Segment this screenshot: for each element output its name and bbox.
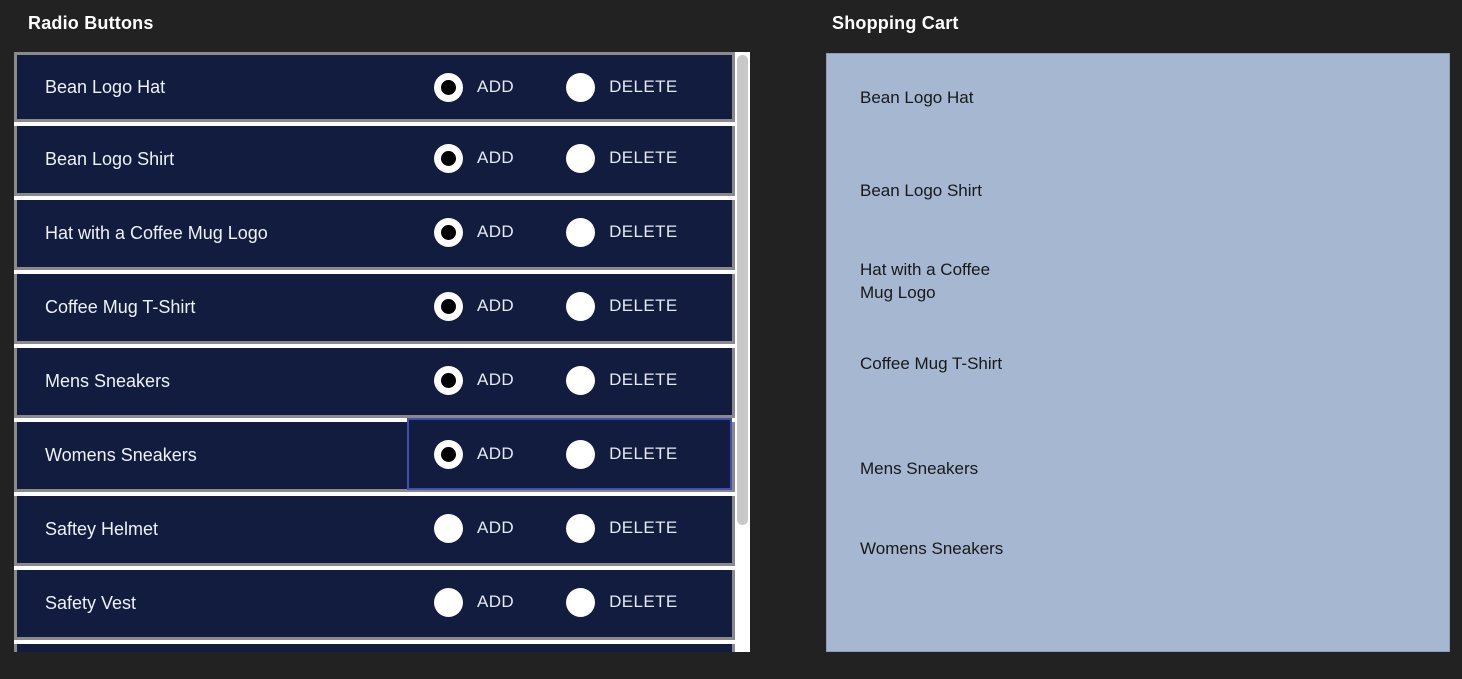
add-radio-button[interactable] xyxy=(434,365,463,395)
radio-list-scroll-area[interactable]: Bean Logo Hat ADD DELETE Bean Logo Shirt ADD… xyxy=(14,52,750,652)
delete-radio-button[interactable] xyxy=(566,439,596,469)
cart-list-item: Bean Logo Shirt xyxy=(860,181,982,200)
delete-radio-button[interactable] xyxy=(566,291,596,321)
add-option[interactable]: ADD xyxy=(434,439,515,469)
radio-row[interactable]: Mens Sneakers ADD DELETE xyxy=(14,348,735,418)
row-options-group[interactable]: ADD DELETE xyxy=(407,345,732,415)
product-name-label: Saftey Helmet xyxy=(45,519,159,539)
delete-option-label: DELETE xyxy=(609,370,678,389)
cart-list-item: Womens Sneakers xyxy=(860,539,1004,558)
delete-radio-button[interactable] xyxy=(566,365,596,395)
radio-row[interactable]: ADDDELETE xyxy=(14,644,735,652)
cart-list-item: Coffee Mug T-Shirt xyxy=(860,354,1003,373)
delete-option-label: DELETE xyxy=(609,77,678,96)
add-option[interactable]: ADD xyxy=(434,217,515,247)
row-options-group[interactable]: ADDDELETE xyxy=(407,641,732,652)
radio-row[interactable]: Womens Sneakers ADD DELETE xyxy=(14,418,735,492)
delete-radio-button[interactable] xyxy=(566,72,596,102)
product-name-label: Safety Vest xyxy=(45,593,137,613)
radio-row[interactable]: Saftey Helmet ADD DELETE xyxy=(14,496,735,566)
cart-list-item: Bean Logo Hat xyxy=(860,88,974,107)
page-title-shopping-cart: Shopping Cart xyxy=(832,13,959,33)
delete-radio-button[interactable] xyxy=(566,587,596,617)
radio-selected-indicator-icon xyxy=(441,372,456,388)
add-radio-button[interactable] xyxy=(434,72,463,102)
add-option-label: ADD xyxy=(477,370,515,389)
product-name-label: Mens Sneakers xyxy=(45,371,171,391)
radio-list: Bean Logo Hat ADD DELETE Bean Logo Shirt ADD… xyxy=(14,52,735,652)
delete-option-label: DELETE xyxy=(609,296,678,315)
add-option-label: ADD xyxy=(477,592,515,611)
radio-row[interactable]: Hat with a Coffee Mug Logo ADD DELETE xyxy=(14,200,735,270)
add-option-label: ADD xyxy=(477,518,515,537)
product-name-label: Bean Logo Shirt xyxy=(45,149,175,169)
vertical-scrollbar[interactable] xyxy=(735,52,750,652)
delete-option[interactable]: DELETE xyxy=(566,217,678,247)
radio-selected-indicator-icon xyxy=(441,150,456,166)
row-options-group[interactable]: ADD DELETE xyxy=(407,493,732,563)
add-radio-button[interactable] xyxy=(434,217,463,247)
product-name-label: Hat with a Coffee Mug Logo xyxy=(45,223,268,243)
delete-option[interactable]: DELETE xyxy=(566,587,678,617)
row-options-group[interactable]: ADD DELETE xyxy=(407,567,732,637)
add-radio-button[interactable] xyxy=(434,439,463,469)
add-option-label: ADD xyxy=(477,444,515,463)
delete-option-label: DELETE xyxy=(609,444,678,463)
add-option[interactable]: ADD xyxy=(434,513,515,543)
delete-option-label: DELETE xyxy=(609,148,678,167)
radio-buttons-panel: Bean Logo Hat ADD DELETE Bean Logo Shirt ADD… xyxy=(14,52,750,652)
row-options-group[interactable]: ADD DELETE xyxy=(407,52,732,122)
row-options-group[interactable]: ADD DELETE xyxy=(407,197,732,267)
add-option[interactable]: ADD xyxy=(434,72,515,102)
delete-radio-button[interactable] xyxy=(566,513,596,543)
delete-option[interactable]: DELETE xyxy=(566,143,678,173)
delete-radio-button[interactable] xyxy=(566,143,596,173)
add-option-label: ADD xyxy=(477,222,515,241)
product-name-label: Bean Logo Hat xyxy=(45,76,166,97)
radio-row[interactable]: Bean Logo Hat ADD DELETE xyxy=(14,52,735,122)
row-options-group[interactable]: ADD DELETE xyxy=(407,271,732,341)
radio-row[interactable]: Bean Logo Shirt ADD DELETE xyxy=(14,126,735,196)
product-name-label: Womens Sneakers xyxy=(45,445,197,465)
cart-list-item: Mens Sneakers xyxy=(860,459,979,478)
radio-row[interactable]: Safety Vest ADD DELETE xyxy=(14,570,735,640)
add-option[interactable]: ADD xyxy=(434,291,515,321)
delete-option-label: DELETE xyxy=(609,592,678,611)
add-option-label: ADD xyxy=(477,77,515,96)
radio-row[interactable]: Coffee Mug T-Shirt ADD DELETE xyxy=(14,274,735,344)
add-option[interactable]: ADD xyxy=(434,587,515,617)
add-radio-button[interactable] xyxy=(434,143,463,173)
radio-selected-indicator-icon xyxy=(441,446,456,462)
delete-radio-button[interactable] xyxy=(566,217,596,247)
product-name-label: Coffee Mug T-Shirt xyxy=(45,297,196,317)
scrollbar-thumb[interactable] xyxy=(737,55,748,525)
shopping-cart-panel: Bean Logo Hat Bean Logo Shirt Hat with a C… xyxy=(826,53,1450,652)
add-option-label: ADD xyxy=(477,148,515,167)
radio-selected-indicator-icon xyxy=(441,224,456,240)
add-option[interactable]: ADD xyxy=(434,143,515,173)
delete-option[interactable]: DELETE xyxy=(566,365,678,395)
app-root: Radio Buttons Shopping Cart Bean Logo Ha… xyxy=(0,0,1462,679)
delete-option[interactable]: DELETE xyxy=(566,72,678,102)
delete-option[interactable]: DELETE xyxy=(566,513,678,543)
delete-option-label: DELETE xyxy=(609,222,678,241)
radio-selected-indicator-icon xyxy=(441,79,456,95)
radio-selected-indicator-icon xyxy=(441,298,456,314)
add-radio-button[interactable] xyxy=(434,513,463,543)
delete-option[interactable]: DELETE xyxy=(566,291,678,321)
add-radio-button[interactable] xyxy=(434,587,463,617)
delete-option-label: DELETE xyxy=(609,518,678,537)
delete-option[interactable]: DELETE xyxy=(566,439,678,469)
add-option[interactable]: ADD xyxy=(434,365,515,395)
row-options-group[interactable]: ADD DELETE xyxy=(407,123,732,193)
page-title-radio-buttons: Radio Buttons xyxy=(28,13,154,33)
add-option-label: ADD xyxy=(477,296,515,315)
row-options-group[interactable]: ADD DELETE xyxy=(407,418,732,490)
add-radio-button[interactable] xyxy=(434,291,463,321)
cart-list-item: Hat with a Coffee Mug Logo xyxy=(860,260,991,302)
